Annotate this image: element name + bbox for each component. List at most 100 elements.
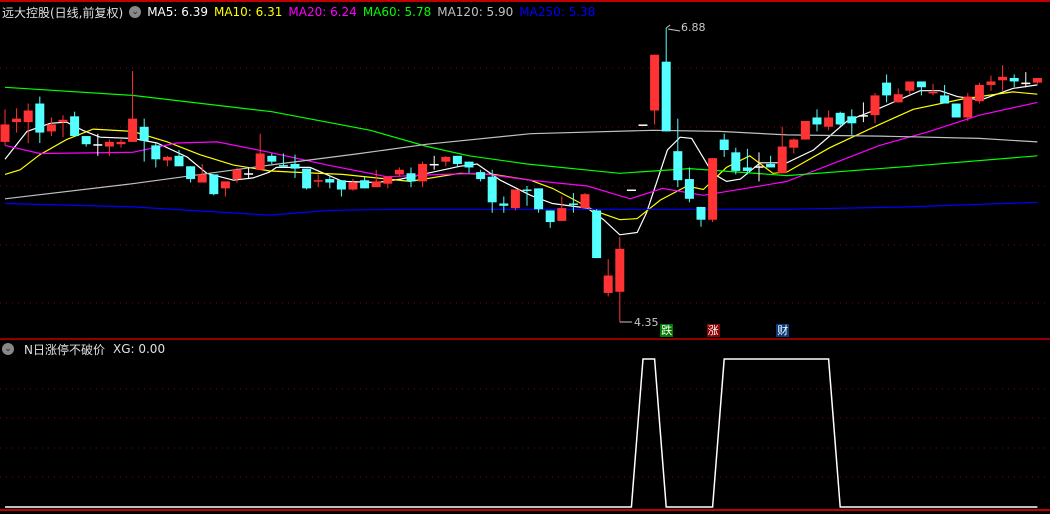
candle	[870, 93, 880, 124]
candle-body	[255, 153, 265, 170]
candle	[313, 174, 323, 188]
candle	[998, 65, 1008, 91]
main-chart-header: 远大控股(日线,前复权) ⌄ MA5: 6.39 MA10: 6.31 MA20…	[2, 3, 601, 21]
candle-body	[847, 116, 857, 124]
candle	[754, 152, 764, 182]
moving-average-lines	[4, 84, 1038, 236]
candle	[580, 193, 590, 209]
chevron-down-icon[interactable]: ⌄	[2, 343, 14, 355]
candle-body	[58, 119, 68, 123]
ma10-label: MA10: 6.31	[213, 5, 283, 19]
candle-body	[638, 124, 648, 126]
candlesticks	[0, 28, 1042, 322]
signal-marker[interactable]: 财	[776, 324, 790, 337]
candle	[174, 150, 184, 167]
ma250-line	[4, 201, 1038, 216]
candle-body	[116, 141, 126, 145]
candle-body	[1021, 82, 1031, 85]
candle-body	[244, 173, 254, 175]
candle	[731, 147, 741, 175]
candle-body	[603, 275, 613, 293]
chart-title: 远大控股(日线,前复权)	[2, 5, 124, 20]
ma250-label: MA250: 5.38	[519, 5, 596, 19]
candle-body	[464, 161, 474, 168]
candle	[719, 133, 729, 157]
candle	[255, 133, 265, 170]
candle-body	[383, 176, 393, 184]
candle	[638, 124, 648, 126]
candle-body	[232, 169, 242, 180]
candle	[766, 155, 776, 168]
candle	[986, 75, 996, 91]
candle	[35, 96, 45, 144]
candle	[23, 103, 33, 144]
candle-body	[858, 115, 868, 117]
signal-marker[interactable]: 跌	[660, 324, 674, 337]
candle-body	[1032, 77, 1042, 83]
stock-chart[interactable]	[0, 0, 1050, 514]
candle	[139, 118, 149, 162]
candle-body	[568, 203, 578, 205]
candle	[58, 115, 68, 138]
candle-body	[916, 81, 926, 88]
candle-body	[696, 206, 706, 220]
candle-body	[128, 118, 138, 142]
candle-body	[93, 144, 103, 146]
candle-body	[673, 151, 683, 181]
candle-body	[835, 112, 845, 125]
candle	[696, 206, 706, 227]
candle	[626, 189, 636, 192]
candle-body	[592, 210, 602, 259]
candle	[951, 103, 961, 118]
candle-body	[951, 103, 961, 118]
candle	[545, 210, 555, 228]
candle-body	[986, 81, 996, 85]
ma20-label: MA20: 6.24	[288, 5, 357, 19]
candle	[742, 148, 752, 175]
candle-body	[371, 181, 381, 188]
candle	[603, 259, 613, 297]
ma60-label: MA60: 5.78	[362, 5, 432, 19]
candle-body	[545, 210, 555, 223]
ma60-line	[4, 86, 1038, 177]
candle	[615, 237, 625, 322]
candle	[974, 82, 984, 104]
candle	[244, 167, 254, 180]
candle	[592, 209, 602, 259]
candle-body	[684, 179, 694, 199]
candle-body	[661, 61, 671, 132]
candle-body	[893, 94, 903, 103]
candle-body	[46, 124, 56, 132]
candle-body	[278, 165, 288, 167]
ma120-line	[4, 129, 1038, 200]
candle-body	[789, 139, 799, 148]
candle	[893, 88, 903, 103]
candle	[510, 189, 520, 211]
candle	[673, 118, 683, 188]
candle	[789, 138, 799, 154]
candle-body	[162, 156, 172, 161]
candle-body	[998, 76, 1008, 81]
indicator-value: XG: 0.00	[112, 342, 166, 356]
candle-body	[476, 172, 486, 180]
candle	[858, 102, 868, 123]
candle	[394, 167, 404, 177]
candle-body	[650, 54, 660, 111]
candle-body	[626, 189, 636, 192]
candle	[104, 139, 114, 156]
candle	[383, 176, 393, 189]
candle-body	[534, 188, 544, 210]
candle	[557, 196, 567, 221]
candle-body	[336, 180, 346, 190]
signal-marker[interactable]: 涨	[706, 324, 720, 337]
candle	[336, 180, 346, 197]
candle	[534, 188, 544, 213]
candle-body	[394, 169, 404, 175]
candle-body	[418, 163, 428, 182]
chevron-down-icon[interactable]: ⌄	[129, 6, 142, 18]
candle	[963, 93, 973, 121]
candle-body	[708, 158, 718, 220]
candle	[476, 169, 486, 182]
candle	[940, 84, 950, 104]
candle	[812, 109, 822, 132]
